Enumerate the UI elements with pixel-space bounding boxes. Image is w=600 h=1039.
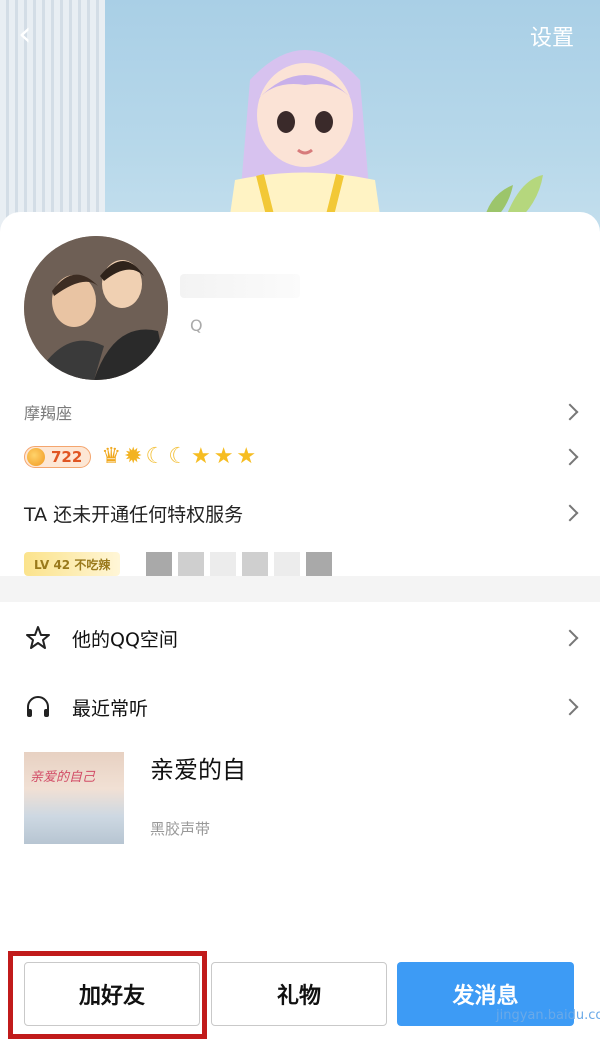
profile-card: Q 摩羯座 722 ♛ ✹ ☾ ☾ ★ ★ ★ TA 还未开通任何特权服务 LV… [0,212,600,1039]
redacted-tags [146,552,333,576]
song-subtitle: 黑胶声带 [150,820,211,838]
recent-listening-entry[interactable]: 最近常听 [24,687,579,727]
star-icon: ★ [213,444,234,469]
star-outline-icon [24,624,52,652]
section-divider [0,576,600,602]
qq-number-label: Q [190,316,203,335]
privilege-text: TA 还未开通任何特权服务 [24,503,244,526]
star-icon: ★ [190,444,211,469]
chevron-right-icon [561,448,579,466]
headphones-icon [24,693,52,721]
gift-button[interactable]: 礼物 [211,962,387,1026]
chevron-right-icon [561,403,579,421]
add-friend-button[interactable]: 加好友 [24,962,200,1026]
moon-icon: ☾ [145,444,166,469]
watermark: jingyan.baidu.com [496,1008,600,1023]
star-icon: ★ [236,444,257,469]
recent-listening-label: 最近常听 [72,697,149,720]
song-cover[interactable]: 亲爱的自己 [24,752,124,844]
nickname-redacted [180,274,300,298]
level-tag: LV 42 不吃辣 [24,552,121,576]
back-button[interactable]: ‹ [18,17,54,54]
song-title[interactable]: 亲爱的自 [150,750,246,785]
sun-icon: ✹ [124,444,143,469]
back-icon: ‹ [18,14,32,54]
level-badge: 722 [24,446,92,468]
level-icons: ♛ ✹ ☾ ☾ ★ ★ ★ [101,446,256,468]
zodiac-text: 摩羯座 [24,404,73,423]
crown-icon: ♛ [101,444,122,469]
qzone-entry[interactable]: 他的QQ空间 [24,618,579,658]
chevron-right-icon [561,629,579,647]
privilege-row[interactable]: TA 还未开通任何特权服务 [24,498,579,528]
moon-icon: ☾ [168,444,188,469]
avatar-3d-illustration [230,50,380,216]
chevron-right-icon [561,698,579,716]
song-cover-title: 亲爱的自己 [30,770,96,785]
chevron-right-icon [561,504,579,522]
settings-button[interactable]: 设置 [530,20,574,52]
sun-level-icon [27,448,45,466]
tag-row: LV 42 不吃辣 [24,550,576,578]
level-number: 722 [51,448,83,466]
profile-avatar[interactable] [24,236,168,380]
zodiac-row[interactable]: 摩羯座 [24,400,579,424]
qzone-label: 他的QQ空间 [72,628,178,651]
level-row[interactable]: 722 ♛ ✹ ☾ ☾ ★ ★ ★ [24,442,579,472]
